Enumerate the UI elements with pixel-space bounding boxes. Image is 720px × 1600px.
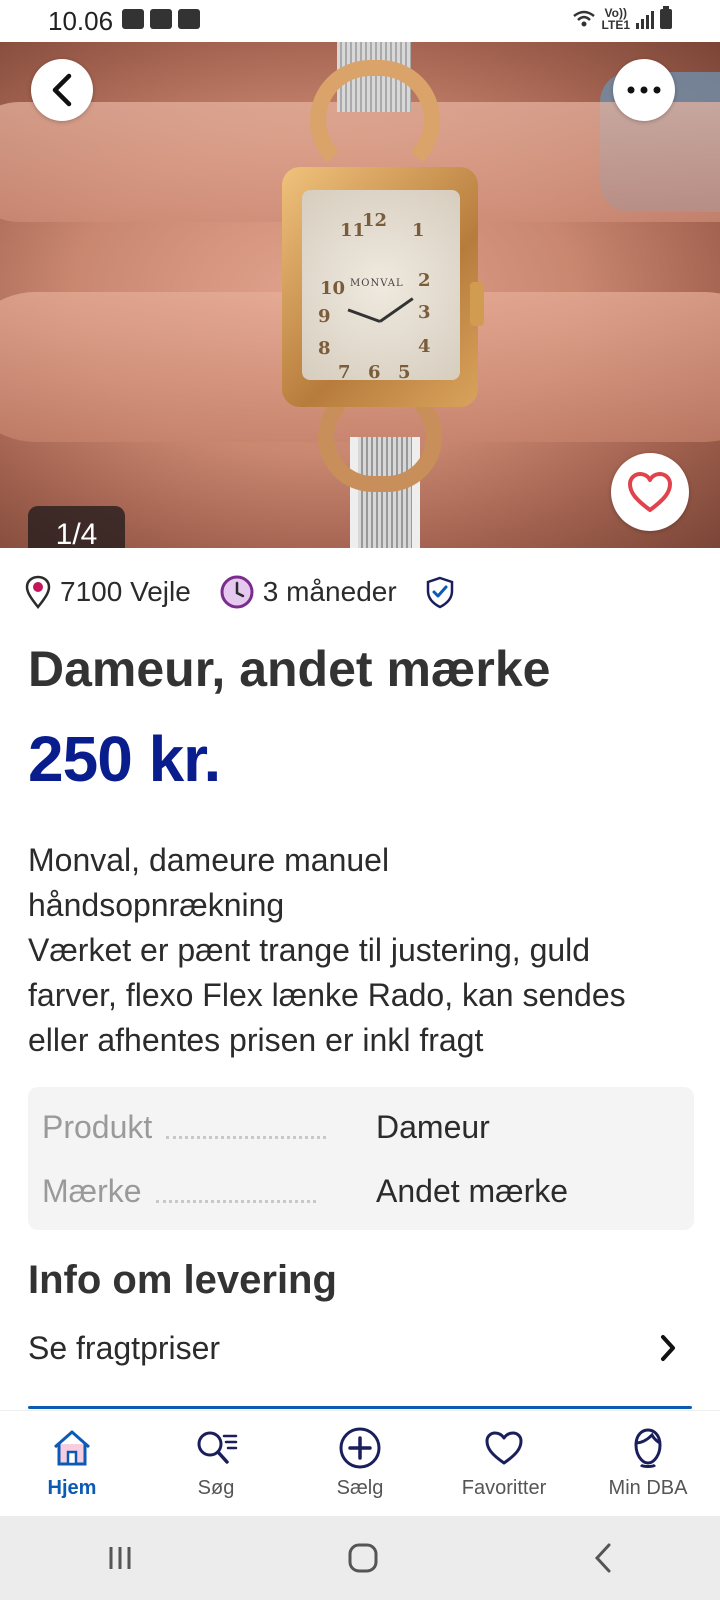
delivery-section-title: Info om levering bbox=[28, 1258, 337, 1302]
location-text: 7100 Vejle bbox=[60, 576, 191, 607]
bottom-navigation: Hjem Søg Sælg Favoritter Min DBA bbox=[0, 1410, 720, 1516]
shipping-prices-link[interactable]: Se fragtpriser bbox=[28, 1320, 678, 1376]
listing-age: 3 måneder bbox=[219, 574, 397, 610]
recent-apps-icon[interactable] bbox=[105, 1543, 135, 1573]
listing-meta: 7100 Vejle 3 måneder bbox=[24, 570, 483, 614]
listing-description: Monval, dameure manuel håndsopnrækning V… bbox=[28, 838, 698, 1063]
location-pin-icon bbox=[25, 575, 51, 609]
listing-price: 250 kr. bbox=[28, 723, 221, 795]
back-nav-icon[interactable] bbox=[591, 1541, 615, 1575]
listing-age-text: 3 måneder bbox=[262, 576, 397, 607]
notification-icons bbox=[122, 9, 200, 29]
chevron-right-icon bbox=[661, 1335, 675, 1361]
watch-dial-brand: MONVAL bbox=[350, 278, 404, 289]
shipping-prices-label: Se fragtpriser bbox=[28, 1329, 221, 1366]
listing-title: Dameur, andet mærke bbox=[28, 641, 551, 697]
profile-icon bbox=[634, 1428, 662, 1468]
shield-check-icon bbox=[426, 576, 453, 609]
nav-item-favorites[interactable]: Favoritter bbox=[432, 1411, 576, 1516]
verified-badge[interactable] bbox=[425, 575, 455, 609]
description-line: håndsopnrækning bbox=[28, 887, 285, 923]
nav-item-home[interactable]: Hjem bbox=[0, 1411, 144, 1516]
more-dots-icon bbox=[627, 86, 661, 94]
back-button[interactable] bbox=[31, 59, 93, 121]
nav-item-search[interactable]: Søg bbox=[144, 1411, 288, 1516]
image-counter: 1/4 bbox=[28, 506, 125, 548]
clock-icon bbox=[220, 575, 254, 609]
heart-icon bbox=[485, 1431, 523, 1465]
nav-item-sell[interactable]: Sælg bbox=[288, 1411, 432, 1516]
status-bar: 10.06 Vo)) LTE1 bbox=[0, 0, 720, 42]
spec-row: Produkt Dameur bbox=[42, 1095, 680, 1159]
plus-circle-icon bbox=[339, 1427, 381, 1469]
network-type: Vo)) LTE1 bbox=[601, 6, 630, 32]
nav-item-my-dba[interactable]: Min DBA bbox=[576, 1411, 720, 1516]
chevron-left-icon bbox=[52, 73, 72, 107]
home-icon bbox=[54, 1430, 90, 1466]
gallery-notification-icon bbox=[122, 9, 144, 29]
search-icon bbox=[197, 1431, 238, 1464]
section-divider bbox=[28, 1406, 692, 1409]
spec-value: Andet mærke bbox=[376, 1172, 569, 1209]
nav-label: Hjem bbox=[47, 1477, 97, 1499]
youtube-notification-icon bbox=[178, 9, 200, 29]
home-button-icon[interactable] bbox=[346, 1541, 380, 1575]
spec-row: Mærke Andet mærke bbox=[42, 1159, 680, 1223]
signal-icon bbox=[636, 9, 654, 29]
description-line: Værket er pænt trange til justering, gul… bbox=[28, 932, 591, 968]
nav-label: Sælg bbox=[336, 1477, 384, 1499]
spec-value: Dameur bbox=[376, 1108, 490, 1145]
location: 7100 Vejle bbox=[24, 575, 191, 609]
battery-icon bbox=[660, 6, 672, 29]
status-time: 10.06 bbox=[48, 6, 114, 36]
specs-table: Produkt Dameur Mærke Andet mærke bbox=[28, 1087, 694, 1230]
nav-label: Min DBA bbox=[608, 1477, 688, 1499]
spec-key: Produkt bbox=[42, 1108, 153, 1145]
description-line: Monval, dameure manuel bbox=[28, 842, 390, 878]
spec-key: Mærke bbox=[42, 1172, 142, 1209]
system-navigation-bar bbox=[0, 1516, 720, 1600]
nav-label: Favoritter bbox=[461, 1477, 547, 1499]
photo-gallery[interactable]: MONVAL 12 1 2 3 4 5 6 7 8 9 10 11 1/4 bbox=[0, 42, 720, 548]
heart-icon bbox=[628, 472, 672, 512]
nav-label: Søg bbox=[197, 1477, 235, 1499]
wifi-icon bbox=[572, 10, 595, 27]
more-options-button[interactable] bbox=[613, 59, 675, 121]
description-line: farver, flexo Flex lænke Rado, kan sende… bbox=[28, 977, 626, 1013]
status-right: Vo)) LTE1 bbox=[572, 6, 672, 32]
youtube-notification-icon bbox=[150, 9, 172, 29]
description-line: eller afhentes prisen er inkl fragt bbox=[28, 1022, 484, 1058]
favorite-button[interactable] bbox=[611, 453, 689, 531]
